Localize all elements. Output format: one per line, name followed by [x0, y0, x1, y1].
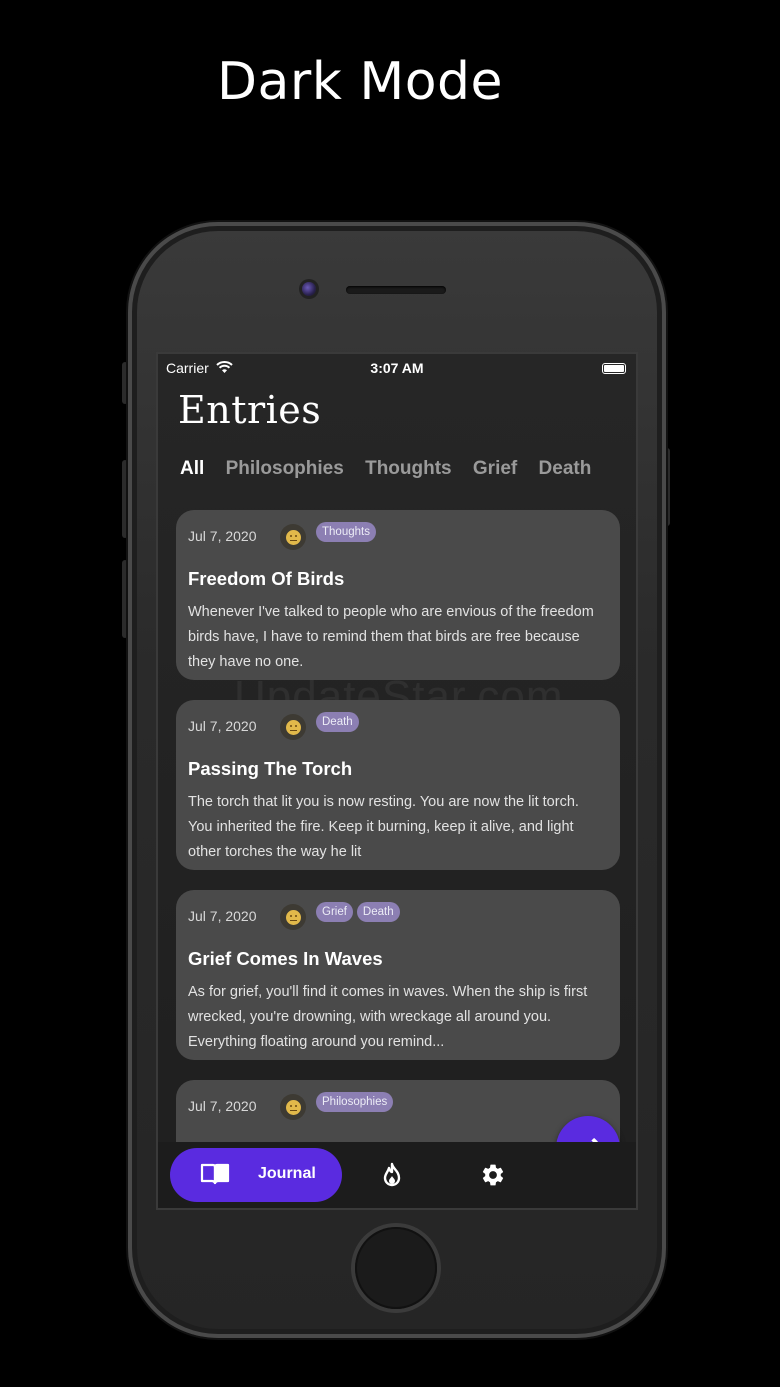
entry-title: Passing The Torch — [188, 758, 353, 779]
tag-death[interactable]: Death — [356, 902, 400, 922]
tab-death[interactable]: Death — [539, 458, 592, 480]
category-tabs: All Philosophies Thoughts Grief Death — [180, 458, 607, 480]
camera-icon — [302, 282, 316, 296]
clock: 3:07 AM — [370, 360, 424, 376]
marketing-headline: Dark Mode — [216, 52, 504, 112]
entry-card[interactable]: Jul 7, 2020 Thoughts Freedom Of Birds Wh… — [176, 510, 620, 680]
tab-philosophies[interactable]: Philosophies — [226, 458, 344, 480]
tag-philosophies[interactable]: Philosophies — [316, 1092, 394, 1112]
speaker-grille — [346, 286, 446, 294]
tag-thoughts[interactable]: Thoughts — [316, 522, 376, 542]
nav-journal[interactable]: Journal — [170, 1148, 342, 1202]
tab-thoughts[interactable]: Thoughts — [365, 458, 452, 480]
entry-title: Freedom Of Birds — [188, 568, 345, 589]
entry-excerpt: As for grief, you'll find it comes in wa… — [188, 984, 588, 1050]
book-icon — [200, 1162, 230, 1191]
status-bar: Carrier 3:07 AM — [166, 360, 628, 378]
tab-all[interactable]: All — [180, 458, 204, 480]
gear-icon[interactable] — [480, 1162, 506, 1193]
entry-date: Jul 7, 2020 — [188, 908, 257, 924]
home-button[interactable] — [355, 1227, 437, 1309]
entry-tags: Grief Death — [316, 902, 404, 922]
entry-date: Jul 7, 2020 — [188, 1098, 257, 1114]
page-title: Entries — [178, 388, 322, 432]
tab-grief[interactable]: Grief — [473, 458, 517, 480]
entry-excerpt: The torch that lit you is now resting. Y… — [188, 794, 579, 860]
entry-tags: Philosophies — [316, 1092, 397, 1112]
tag-death[interactable]: Death — [316, 712, 359, 732]
entry-card[interactable]: Jul 7, 2020 Grief Death Grief Comes In Wa… — [176, 890, 620, 1060]
neutral-face-icon — [280, 524, 306, 550]
neutral-face-icon — [280, 1094, 306, 1120]
neutral-face-icon — [280, 714, 306, 740]
entry-title: Grief Comes In Waves — [188, 948, 383, 969]
entry-date: Jul 7, 2020 — [188, 718, 257, 734]
nav-journal-label: Journal — [258, 1165, 316, 1182]
neutral-face-icon — [280, 904, 306, 930]
bottom-nav: Journal — [158, 1142, 636, 1208]
tag-grief[interactable]: Grief — [316, 902, 353, 922]
entry-card[interactable]: Jul 7, 2020 Death Passing The Torch The … — [176, 700, 620, 870]
entry-excerpt: Whenever I've talked to people who are e… — [188, 604, 594, 670]
battery-icon — [602, 363, 626, 374]
entry-date: Jul 7, 2020 — [188, 528, 257, 544]
entry-tags: Thoughts — [316, 522, 380, 542]
app-screen: Carrier 3:07 AM Entries All Philosophies… — [156, 352, 638, 1210]
entry-tags: Death — [316, 712, 363, 732]
fire-icon[interactable] — [380, 1162, 404, 1193]
